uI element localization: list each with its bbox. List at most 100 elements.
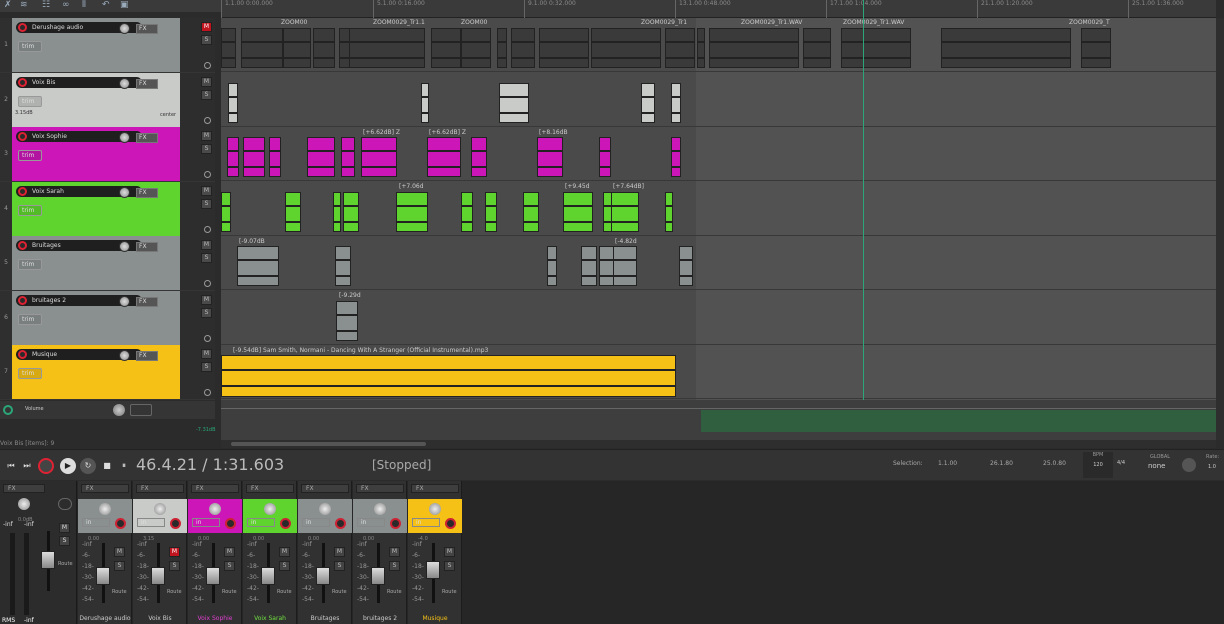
strip-fader[interactable]	[426, 561, 440, 579]
strip-fader[interactable]	[151, 567, 165, 585]
track-panel[interactable]: bruitages 2 FX trim	[12, 290, 180, 345]
media-item[interactable]	[591, 28, 661, 68]
media-item[interactable]	[227, 137, 239, 177]
master-solo-button[interactable]: S	[59, 536, 70, 546]
strip-route-button[interactable]: Route	[222, 589, 237, 595]
record-arm-button[interactable]	[18, 186, 27, 196]
media-item[interactable]	[697, 28, 705, 68]
skip-start-button[interactable]: ⏮	[3, 458, 19, 474]
play-button[interactable]: ▶	[60, 458, 76, 474]
solo-button[interactable]: S	[201, 362, 212, 372]
phase-icon[interactable]	[204, 389, 211, 396]
master-env-icon[interactable]	[3, 405, 13, 415]
strip-mute-button[interactable]: M	[224, 547, 235, 557]
track-1[interactable]: 1 Derushage audio FX trim M S	[0, 18, 215, 72]
phase-icon[interactable]	[204, 225, 211, 233]
strip-input-button[interactable]: in	[82, 518, 110, 527]
media-item[interactable]	[539, 28, 589, 68]
media-item[interactable]	[599, 137, 611, 177]
media-item[interactable]	[431, 28, 461, 68]
trim-button[interactable]: trim	[18, 41, 42, 52]
media-item[interactable]	[523, 191, 539, 232]
volume-knob[interactable]	[119, 132, 130, 143]
solo-button[interactable]: S	[201, 89, 212, 100]
strip-fx-button[interactable]: FX	[136, 484, 184, 493]
strip-fx-button[interactable]: FX	[411, 484, 459, 493]
media-item[interactable]	[461, 28, 491, 68]
record-arm-button[interactable]	[18, 241, 27, 250]
media-item[interactable]	[511, 28, 535, 68]
solo-button[interactable]: S	[201, 253, 212, 263]
strip-record-arm[interactable]	[115, 518, 126, 529]
media-item[interactable]	[269, 137, 281, 177]
strip-route-button[interactable]: Route	[442, 589, 457, 595]
strip-route-button[interactable]: Route	[387, 589, 402, 595]
record-arm-button[interactable]	[18, 350, 27, 359]
media-item[interactable]	[499, 82, 529, 123]
media-item[interactable]	[237, 246, 279, 286]
track-number[interactable]: 2	[0, 72, 12, 127]
strip-fx-button[interactable]: FX	[301, 484, 349, 493]
strip-pan-knob[interactable]	[374, 503, 386, 515]
media-item[interactable]	[613, 246, 637, 286]
media-item[interactable]	[671, 137, 681, 177]
trim-button[interactable]: trim	[18, 313, 42, 325]
media-item[interactable]	[841, 28, 911, 68]
media-item[interactable]	[665, 191, 673, 232]
strip-input-button[interactable]: in	[412, 518, 440, 527]
metronome-icon[interactable]: ⦀	[82, 0, 86, 10]
strip-mute-button[interactable]: M	[169, 547, 180, 557]
time-signature[interactable]: 4/4	[1117, 460, 1125, 466]
media-item[interactable]	[313, 28, 335, 68]
trim-button[interactable]: trim	[18, 95, 42, 107]
link-icon[interactable]: ∞	[62, 0, 70, 10]
volume-knob[interactable]	[119, 77, 130, 89]
strip-solo-button[interactable]: S	[389, 561, 400, 571]
strip-solo-button[interactable]: S	[169, 561, 180, 571]
master-mono-icon[interactable]	[58, 498, 72, 510]
media-item[interactable]	[361, 137, 397, 177]
media-item[interactable]	[285, 191, 301, 232]
strip-solo-button[interactable]: S	[279, 561, 290, 571]
strip-pan-knob[interactable]	[319, 503, 331, 515]
master-fx-button[interactable]: FX	[3, 484, 45, 493]
solo-button[interactable]: S	[201, 35, 212, 45]
track-panel[interactable]: Musique FX trim	[12, 345, 180, 399]
strip-pan-knob[interactable]	[429, 503, 441, 515]
strip-record-arm[interactable]	[390, 518, 401, 529]
record-arm-button[interactable]	[18, 23, 27, 32]
track-lane-4[interactable]	[221, 182, 1216, 236]
media-item[interactable]	[221, 191, 231, 232]
phase-icon[interactable]	[204, 334, 211, 342]
mute-button[interactable]: M	[201, 185, 212, 196]
media-item[interactable]	[1081, 28, 1111, 68]
strip-name[interactable]: bruitages 2	[353, 615, 407, 622]
timeline-ruler[interactable]: 1.1.00 0:00.000 5.1.00 0:16.000 9.1.00 0…	[221, 0, 1216, 18]
media-item[interactable]	[333, 191, 341, 232]
media-item[interactable]	[341, 137, 355, 177]
selection-end[interactable]: 26.1.80	[990, 460, 1013, 467]
master-fader[interactable]	[41, 551, 55, 569]
track-panel[interactable]: Voix Bis FX trim 3.15dB center	[12, 72, 180, 127]
phase-icon[interactable]	[204, 62, 211, 69]
strip-name[interactable]: Derushage audio	[78, 615, 132, 622]
trim-button[interactable]: trim	[18, 259, 42, 270]
mute-button[interactable]: M	[201, 349, 212, 359]
bpm-box[interactable]: BPM 120	[1083, 452, 1113, 478]
strip-record-arm[interactable]	[225, 518, 236, 529]
media-item[interactable]	[641, 82, 655, 123]
pause-button[interactable]: ⏸	[116, 458, 132, 474]
media-item[interactable]	[336, 300, 358, 341]
track-2[interactable]: 2 Voix Bis FX trim 3.15dB center M S	[0, 72, 215, 127]
track-6[interactable]: 6 bruitages 2 FX trim M S	[0, 290, 215, 345]
lock-icon[interactable]: ▣	[120, 0, 129, 10]
strip-record-arm[interactable]	[170, 518, 181, 529]
strip-solo-button[interactable]: S	[444, 561, 455, 571]
track-number[interactable]: 3	[0, 127, 12, 181]
stop-button[interactable]: ■	[99, 458, 115, 474]
strip-fader[interactable]	[371, 567, 385, 585]
record-arm-button[interactable]	[18, 77, 27, 87]
strip-fx-button[interactable]: FX	[191, 484, 239, 493]
fx-button[interactable]: FX	[136, 133, 158, 143]
track-7[interactable]: 7 Musique FX trim M S	[0, 345, 215, 399]
